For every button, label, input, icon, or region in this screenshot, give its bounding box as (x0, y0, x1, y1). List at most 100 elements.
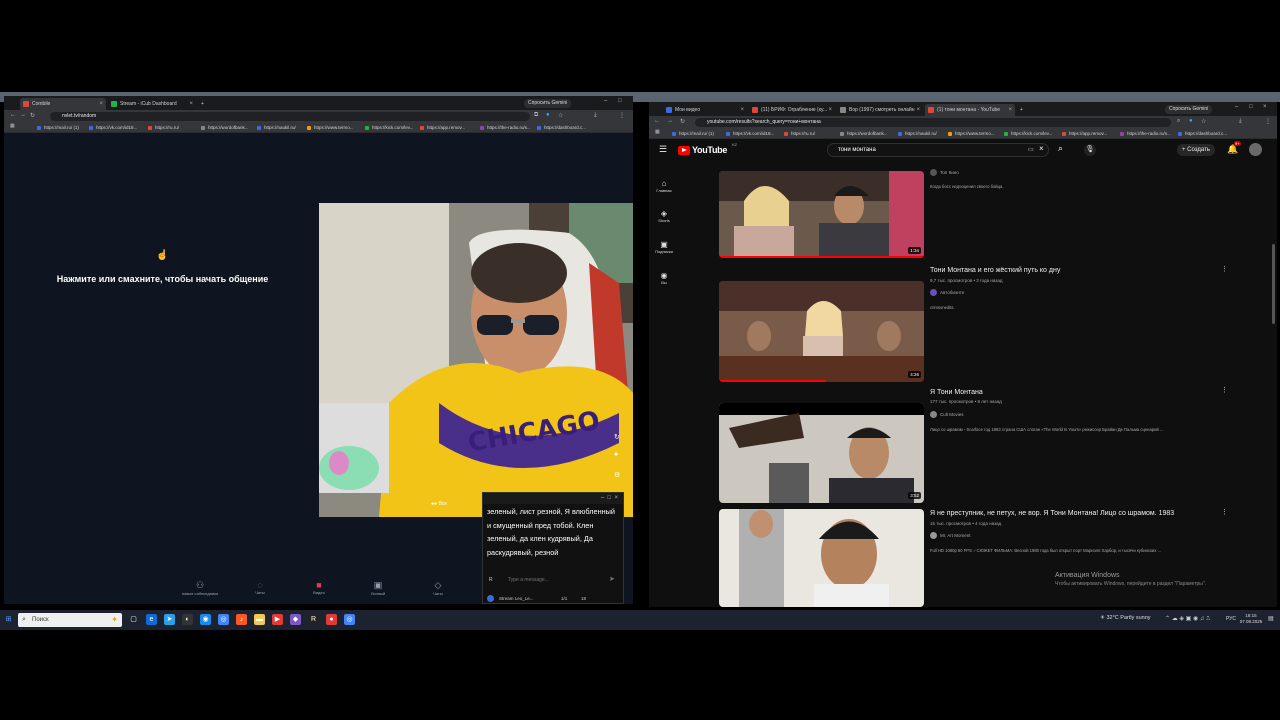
app-icon[interactable]: ◆ (290, 614, 301, 625)
maximize-icon[interactable]: □ (608, 495, 612, 501)
chrome-icon[interactable]: ◎ (344, 614, 355, 625)
task-view-icon[interactable]: ▢ (128, 614, 139, 625)
notifications-icon[interactable]: ▤ (1268, 615, 1274, 622)
chrome-icon[interactable]: ◎ (218, 614, 229, 625)
menu-icon[interactable]: ⋮ (619, 112, 625, 119)
new-tab-button[interactable]: + (198, 98, 210, 110)
nav-chats[interactable]: ◌ Чаты (240, 580, 280, 595)
edge-icon[interactable]: e (146, 614, 157, 625)
video-thumbnail[interactable]: 4:26 (719, 281, 924, 382)
profile-icon[interactable]: ● (1189, 118, 1193, 124)
language-indicator[interactable]: РУС (1226, 616, 1236, 622)
right-tab-3[interactable]: Вор (1997) смотреть онлайн × (837, 104, 923, 116)
apps-icon[interactable]: ▦ (655, 129, 660, 135)
taskbar-search[interactable]: ⌕ Поиск ✦ (18, 613, 122, 627)
bookmark[interactable]: https://app.remov... (419, 123, 465, 132)
new-tab-button[interactable]: + (1017, 104, 1029, 116)
bookmark[interactable]: https://app.remov... (1061, 129, 1107, 138)
nav-profile[interactable]: ▣ Личный (358, 580, 398, 596)
bookmark[interactable]: https://the-radio.ru/s... (1119, 129, 1171, 138)
rotate-icon[interactable]: ↻ (614, 433, 620, 441)
right-tab-4[interactable]: (1) тони монтана - YouTube × (925, 104, 1015, 116)
forward-icon[interactable]: → (20, 112, 26, 118)
search-icon[interactable]: ⌕ (1058, 143, 1063, 154)
more-options-icon[interactable]: ⋮ (1221, 386, 1228, 394)
create-button[interactable]: + Создать (1177, 144, 1215, 156)
star-icon[interactable]: ☆ (1201, 118, 1206, 125)
back-icon[interactable]: ← (10, 112, 16, 118)
bookmark[interactable]: https://ru.ru/ (783, 129, 815, 138)
youtube-logo[interactable]: YouTube (692, 145, 727, 155)
channel-name[interactable]: Cult Movies (930, 411, 964, 418)
url-field[interactable]: nvlet.tv/random (50, 112, 530, 121)
bookmark[interactable]: https://kick.com/lev... (1003, 129, 1052, 138)
close-window-icon[interactable]: × (1263, 104, 1267, 110)
folder-icon[interactable]: ▬ (254, 614, 265, 625)
settings-icon[interactable]: ⚙ (614, 471, 620, 479)
more-options-icon[interactable]: ⋮ (1221, 508, 1228, 516)
sidebar-item-shorts[interactable]: ◈ Shorts (649, 209, 679, 223)
tray-icons[interactable]: ⌃ ☁ ◈ ▣ ◉ ♫ ⎍ (1165, 615, 1210, 623)
forward-icon[interactable]: → (667, 118, 673, 124)
app-icon[interactable]: R (308, 614, 319, 625)
download-icon[interactable]: ⤓ (594, 112, 597, 119)
maximize-icon[interactable]: □ (618, 98, 622, 104)
bookmark[interactable]: https://www.termo... (306, 123, 354, 132)
reload-icon[interactable]: ↻ (680, 118, 685, 125)
gemini-button[interactable]: Спросить Gemini (1165, 105, 1213, 114)
maximize-icon[interactable]: □ (1249, 104, 1253, 110)
video-thumbnail[interactable]: 1:34 (719, 171, 924, 258)
video-thumbnail[interactable]: 3:52 (719, 403, 924, 503)
reload-icon[interactable]: ↻ (30, 112, 35, 119)
bookmark[interactable]: https://vk.com/id18... (725, 129, 774, 138)
sidebar-item-home[interactable]: ⌂ Главная (649, 179, 679, 193)
more-options-icon[interactable]: ⋮ (1221, 265, 1228, 273)
bookmark[interactable]: https://kick.com/lev... (364, 123, 413, 132)
app-icon[interactable]: ◉ (200, 614, 211, 625)
clear-search-icon[interactable]: × (1039, 144, 1044, 153)
bookmark[interactable]: https://wordofbank... (200, 123, 249, 132)
bookmark[interactable]: https://ru.ru/ (147, 123, 179, 132)
zoom-icon[interactable]: ⌕ (1177, 118, 1180, 125)
video-filter-label[interactable]: ●● Все (431, 501, 447, 507)
start-prompt[interactable]: Нажмите или смахните, чтобы начать общен… (0, 274, 325, 284)
minimize-icon[interactable]: – (604, 98, 607, 104)
menu-icon[interactable]: ⋮ (1265, 118, 1271, 125)
mic-icon[interactable]: 🎙 (1084, 144, 1096, 156)
hamburger-icon[interactable]: ☰ (659, 144, 667, 155)
minimize-icon[interactable]: – (1235, 104, 1238, 110)
download-icon[interactable]: ⤓ (1239, 118, 1242, 125)
weather-widget[interactable]: ☀ 32°C Partly sunny (1100, 615, 1151, 621)
close-icon[interactable]: × (189, 98, 193, 110)
close-icon[interactable]: × (99, 98, 103, 110)
send-icon[interactable]: ➤ (609, 575, 615, 583)
sidebar-item-subscriptions[interactable]: ▣ Подписки (649, 240, 679, 254)
app-icon[interactable]: ● (326, 614, 337, 625)
bookmark[interactable]: https://naukil.ru/ (897, 129, 937, 138)
channel-name[interactable]: Автобиэнте (930, 289, 964, 296)
webcam-video[interactable]: CHICAGO ●● Все ↻ ● ⚙ (319, 203, 633, 517)
nav-messages[interactable]: ◇ Чаты (418, 580, 458, 596)
bookmark[interactable]: https://wordofbank... (839, 129, 888, 138)
bookmark[interactable]: https://vk.com/id18... (88, 123, 137, 132)
search-input[interactable]: тони монтана (827, 143, 1049, 157)
video-thumbnail[interactable] (719, 509, 924, 607)
app-icon[interactable]: ◐ (182, 614, 193, 625)
app-icon[interactable]: ▶ (272, 614, 283, 625)
bookmark[interactable]: https://dashboard.c... (536, 123, 586, 132)
extension-icon[interactable]: ⧉ (534, 112, 538, 119)
bookmark[interactable]: https://dashboard.c... (1177, 129, 1227, 138)
video-title[interactable]: Я Тони Монтана (930, 389, 983, 396)
bookmark[interactable]: https://mail.ru/ (1) (36, 123, 79, 132)
bookmark[interactable]: https://www.termo... (947, 129, 995, 138)
url-field[interactable]: youtube.com/results?search_query=тони+мо… (695, 118, 1171, 127)
left-tab-1[interactable]: Combile × (20, 98, 106, 110)
scrollbar[interactable] (1272, 244, 1275, 324)
windows-start-icon[interactable]: ⊞ (3, 614, 14, 625)
nav-new-people[interactable]: ⚇ новые собеседники (180, 580, 220, 596)
star-icon[interactable]: ☆ (558, 112, 563, 119)
channel-name[interactable]: Топ Кино (930, 169, 959, 176)
left-tab-2[interactable]: Stream - iCub Dashboard × (108, 98, 196, 110)
avatar[interactable] (1249, 143, 1262, 156)
flash-icon[interactable]: ● (614, 451, 618, 458)
